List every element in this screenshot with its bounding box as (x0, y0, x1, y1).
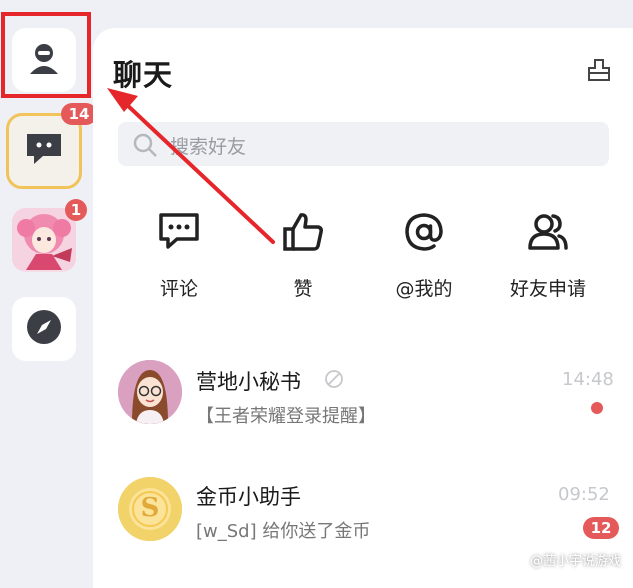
watermark: @茜小宇说游戏 (529, 554, 621, 569)
annotation-arrow (107, 88, 275, 244)
